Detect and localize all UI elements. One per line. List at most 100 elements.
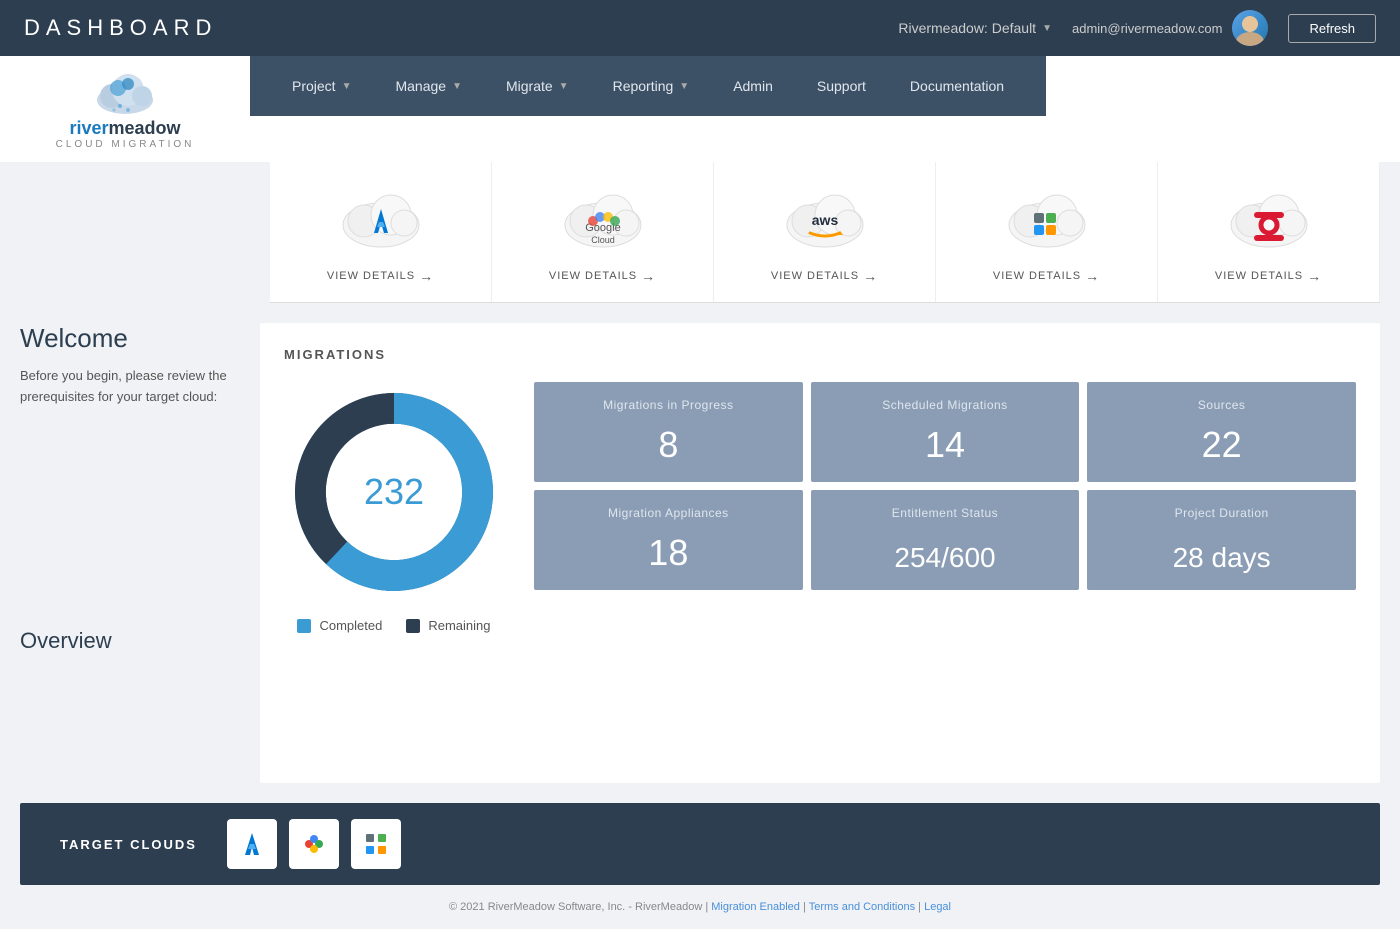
cloud-card-vmware[interactable]: VIEW DETAILS →: [936, 162, 1158, 302]
target-cloud-gcp-icon[interactable]: [289, 819, 339, 869]
main-content: Welcome Before you begin, please review …: [0, 303, 1400, 803]
aws-view-details-link[interactable]: VIEW DETAILS →: [771, 262, 878, 290]
logo-wrapper: rivermeadow CLOUD MIGRATION: [56, 68, 195, 150]
logo-section: rivermeadow CLOUD MIGRATION: [0, 56, 250, 162]
target-clouds-label: TARGET CLOUDS: [60, 837, 197, 852]
page-footer: © 2021 RiverMeadow Software, Inc. - Rive…: [0, 885, 1400, 929]
cloud-strip-wrapper: VIEW DETAILS → Google Cloud: [0, 162, 1400, 303]
project-selector[interactable]: Rivermeadow: Default ▼: [898, 20, 1052, 36]
stat-card-migration-appliances: Migration Appliances 18: [534, 490, 803, 590]
logo-cloud-icon: [90, 68, 160, 118]
nav-admin-label: Admin: [733, 78, 773, 94]
donut-wrapper: 232: [284, 382, 504, 602]
logo-sub: CLOUD MIGRATION: [56, 139, 195, 150]
gcp-view-details-link[interactable]: VIEW DETAILS →: [549, 262, 656, 290]
stat-value-1: 14: [925, 424, 965, 466]
user-info: admin@rivermeadow.com: [1072, 10, 1268, 46]
welcome-title: Welcome: [20, 323, 240, 354]
openstack-logo-icon: [1224, 187, 1314, 257]
nav-documentation-label: Documentation: [910, 78, 1004, 94]
nav-reporting-label: Reporting: [613, 78, 674, 94]
azure-arrow-icon: →: [419, 268, 434, 284]
gcp-logo-icon: Google Cloud: [558, 187, 648, 257]
nav-item-project[interactable]: Project ▼: [270, 56, 373, 116]
logo-meadow: meadow: [109, 118, 181, 138]
stat-card-sources: Sources 22: [1087, 382, 1356, 482]
nav-manage-label: Manage: [395, 78, 446, 94]
stat-card-scheduled-migrations: Scheduled Migrations 14: [811, 382, 1080, 482]
legend-remaining-label: Remaining: [428, 618, 490, 633]
logo-brand: rivermeadow: [69, 118, 180, 139]
nav-item-reporting[interactable]: Reporting ▼: [591, 56, 712, 116]
stat-label-2: Sources: [1198, 398, 1246, 412]
sidebar: Welcome Before you begin, please review …: [20, 323, 240, 783]
cloud-strip: VIEW DETAILS → Google Cloud: [270, 162, 1380, 303]
vmware-logo-area: [1002, 182, 1092, 262]
aws-logo-area: aws: [780, 182, 870, 262]
footer-link-legal[interactable]: Legal: [924, 901, 951, 913]
azure-logo-area: [336, 182, 426, 262]
target-cloud-vmware-icon[interactable]: [351, 819, 401, 869]
stat-label-0: Migrations in Progress: [603, 398, 733, 412]
azure-view-details-link[interactable]: VIEW DETAILS →: [327, 262, 434, 290]
user-email: admin@rivermeadow.com: [1072, 21, 1222, 36]
openstack-logo-area: [1224, 182, 1314, 262]
dashboard-title: DASHBOARD: [24, 15, 217, 41]
svg-text:Cloud: Cloud: [591, 235, 615, 245]
target-cloud-icons: [227, 819, 401, 869]
cloud-card-gcp[interactable]: Google Cloud VIEW DETAILS →: [492, 162, 714, 302]
stat-label-4: Entitlement Status: [892, 506, 998, 520]
target-gcp-svg: [299, 829, 329, 859]
legend-completed-label: Completed: [319, 618, 382, 633]
openstack-view-details-link[interactable]: VIEW DETAILS →: [1215, 262, 1322, 290]
stat-label-3: Migration Appliances: [608, 506, 729, 520]
stat-card-migrations-in-progress: Migrations in Progress 8: [534, 382, 803, 482]
welcome-text: Before you begin, please review the prer…: [20, 366, 240, 408]
vmware-arrow-icon: →: [1085, 268, 1100, 284]
donut-center-value: 232: [364, 471, 424, 513]
vmware-link-text: VIEW DETAILS: [993, 270, 1081, 282]
target-cloud-azure-icon[interactable]: [227, 819, 277, 869]
avatar: [1232, 10, 1268, 46]
vmware-logo-icon: [1002, 187, 1092, 257]
vmware-view-details-link[interactable]: VIEW DETAILS →: [993, 262, 1100, 290]
aws-link-text: VIEW DETAILS: [771, 270, 859, 282]
aws-logo-icon: aws: [780, 187, 870, 257]
donut-container: 232 Completed Remaining: [284, 382, 504, 633]
cloud-card-azure[interactable]: VIEW DETAILS →: [270, 162, 492, 302]
stat-label-5: Project Duration: [1175, 506, 1269, 520]
stat-value-3: 18: [648, 532, 688, 574]
stat-card-entitlement-status: Entitlement Status 254/600: [811, 490, 1080, 590]
gcp-arrow-icon: →: [641, 268, 656, 284]
openstack-arrow-icon: →: [1307, 268, 1322, 284]
nav-item-manage[interactable]: Manage ▼: [373, 56, 484, 116]
cloud-card-openstack[interactable]: VIEW DETAILS →: [1158, 162, 1380, 302]
overview-card: MIGRATIONS: [260, 323, 1380, 783]
main-nav: Project ▼ Manage ▼ Migrate ▼ Reporting ▼…: [250, 56, 1046, 116]
stat-value-5: 28 days: [1173, 542, 1271, 574]
nav-item-documentation[interactable]: Documentation: [888, 56, 1026, 116]
nav-item-support[interactable]: Support: [795, 56, 888, 116]
footer-link-migration[interactable]: Migration Enabled: [711, 901, 800, 913]
target-vmware-svg: [361, 829, 391, 859]
donut-legend: Completed Remaining: [297, 618, 490, 633]
footer-link-terms[interactable]: Terms and Conditions: [809, 901, 915, 913]
refresh-button[interactable]: Refresh: [1288, 14, 1376, 43]
migrations-body: 232 Completed Remaining Migra: [284, 382, 1356, 633]
overview-title: Overview: [20, 628, 240, 654]
svg-text:aws: aws: [811, 212, 838, 228]
azure-link-text: VIEW DETAILS: [327, 270, 415, 282]
stat-value-4: 254/600: [894, 542, 995, 574]
azure-logo-icon: [336, 187, 426, 257]
nav-project-label: Project: [292, 78, 336, 94]
logo-river: river: [69, 118, 108, 138]
topbar: DASHBOARD Rivermeadow: Default ▼ admin@r…: [0, 0, 1400, 56]
stats-grid: Migrations in Progress 8 Scheduled Migra…: [534, 382, 1356, 590]
legend-completed-box: [297, 619, 311, 633]
nav-item-admin[interactable]: Admin: [711, 56, 795, 116]
nav-item-migrate[interactable]: Migrate ▼: [484, 56, 591, 116]
gcp-link-text: VIEW DETAILS: [549, 270, 637, 282]
legend-completed: Completed: [297, 618, 382, 633]
nav-reporting-chevron-icon: ▼: [679, 81, 689, 92]
cloud-card-aws[interactable]: aws VIEW DETAILS →: [714, 162, 936, 302]
